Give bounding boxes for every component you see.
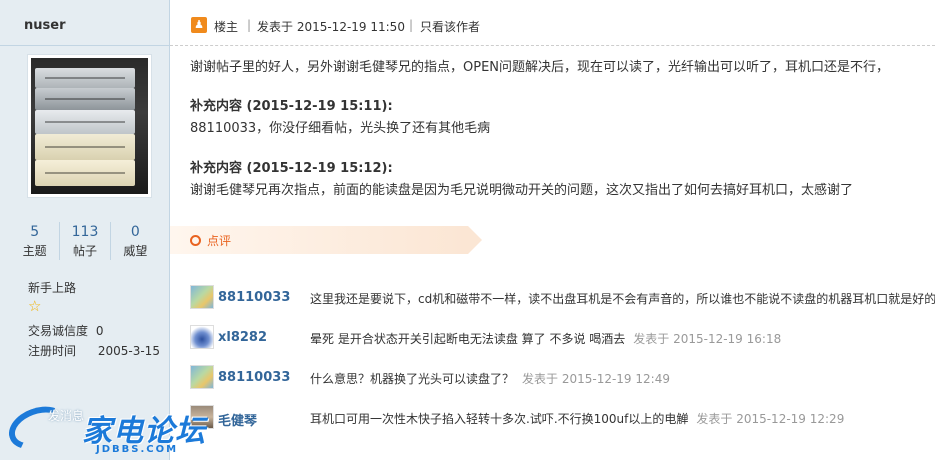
- stat-prestige-value: 0: [130, 224, 140, 240]
- separator: |: [409, 18, 414, 32]
- comment-item: xl8282 晕死 是开合状态开关引起断电无法读盘 算了 不多说 喝酒去 发表于 …: [170, 321, 935, 353]
- commenter-name[interactable]: 88110033: [218, 370, 290, 385]
- stat-topics-label: 主题: [22, 244, 47, 258]
- comment-text: 什么意思？机器换了光头可以读盘了？ 发表于 2015-12-19 12:49: [310, 372, 670, 386]
- author-icon: ♟: [191, 17, 207, 33]
- comment-item: 88110033 这里我还是要说下，cd机和磁带不一样，读不出盘耳机是不会有声音…: [170, 281, 935, 313]
- logo-domain: JDBBS.COM: [96, 444, 179, 455]
- stat-posts-value: 113: [71, 224, 99, 240]
- send-message-link[interactable]: 发消息: [48, 407, 84, 424]
- post-time: 发表于 2015-12-19 11:50: [257, 20, 405, 34]
- commenter-avatar[interactable]: [190, 325, 214, 349]
- stat-posts[interactable]: 113 帖子: [60, 222, 111, 260]
- comment-circle-icon: [190, 235, 201, 246]
- commenter-name[interactable]: xl8282: [218, 330, 267, 345]
- supplement-text-2: 谢谢毛健琴兄再次指点，前面的能读盘是因为毛兄说明微动开关的问题，这次又指出了如何…: [190, 183, 854, 198]
- stat-topics-value: 5: [30, 224, 40, 240]
- site-watermark-logo: 发消息 家电论坛 JDBBS.COM: [2, 398, 208, 460]
- stat-prestige-label: 威望: [123, 244, 148, 258]
- post-main: ♟ 楼主 | 发表于 2015-12-19 11:50 | 只看该作者 谢谢帖子…: [170, 0, 935, 460]
- only-author-link[interactable]: 只看该作者: [420, 18, 480, 35]
- stat-topics[interactable]: 5 主题: [10, 222, 61, 260]
- username[interactable]: nuser: [0, 0, 169, 46]
- comment-text: 耳机口可用一次性木快子掐入轻转十多次.试吓.不行换100uf以上的电觯 发表于 2…: [310, 412, 845, 426]
- supplement-title-1: 补充内容 (2015-12-19 15:11):: [190, 99, 393, 114]
- avatar-image: [31, 58, 148, 194]
- author-badge: 楼主: [214, 20, 239, 34]
- post-body: 谢谢帖子里的好人，另外谢谢毛健琴兄的指点，OPEN问题解决后，现在可以读了，光纤…: [190, 60, 890, 75]
- user-rank[interactable]: 新手上路: [28, 279, 76, 296]
- credit-row: 交易诚信度 0: [28, 322, 103, 339]
- commenter-name[interactable]: 88110033: [218, 290, 290, 305]
- register-label: 注册时间: [28, 344, 77, 358]
- comment-time: 发表于 2015-12-19 12:29: [696, 412, 845, 426]
- register-row: 注册时间 2005-3-15: [28, 342, 160, 359]
- credit-value: 0: [95, 324, 104, 338]
- avatar[interactable]: [27, 54, 152, 198]
- comment-item: 毛健琴 耳机口可用一次性木快子掐入轻转十多次.试吓.不行换100uf以上的电觯发…: [170, 401, 935, 433]
- comment-time: 发表于 2015-12-19 12:49: [522, 372, 670, 386]
- user-sidebar: nuser 5 主题 113 帖子 0 威望 新手上路 ☆ 交易诚信度 0 注册…: [0, 0, 170, 460]
- star-icon: ☆: [28, 297, 42, 315]
- commenter-name[interactable]: 毛健琴: [218, 410, 257, 429]
- comment-item: 88110033 什么意思？机器换了光头可以读盘了？ 发表于 2015-12-19…: [170, 361, 935, 393]
- stat-prestige[interactable]: 0 威望: [111, 222, 160, 260]
- commenter-avatar[interactable]: [190, 365, 214, 389]
- credit-label: 交易诚信度: [28, 324, 89, 338]
- comments-header: 点评: [170, 226, 482, 254]
- commenter-avatar[interactable]: [190, 285, 214, 309]
- user-stats: 5 主题 113 帖子 0 威望: [10, 222, 160, 260]
- separator: |: [247, 18, 252, 32]
- comment-text: 晕死 是开合状态开关引起断电无法读盘 算了 不多说 喝酒去 发表于 2015-12…: [310, 332, 782, 346]
- comment-text: 这里我还是要说下，cd机和磁带不一样，读不出盘耳机是不会有声音的，所以谁也不能说…: [310, 292, 935, 306]
- stat-posts-label: 帖子: [72, 244, 97, 258]
- supplement-title-2: 补充内容 (2015-12-19 15:12):: [190, 161, 393, 176]
- comments-label: 点评: [207, 234, 232, 248]
- supplement-text-1: 88110033，你没仔细看帖，光头换了还有其他毛病: [190, 121, 491, 136]
- comment-time: 发表于 2015-12-19 16:18: [633, 332, 782, 346]
- post-header: ♟ 楼主 | 发表于 2015-12-19 11:50 | 只看该作者: [170, 0, 935, 46]
- register-value: 2005-3-15: [97, 344, 160, 358]
